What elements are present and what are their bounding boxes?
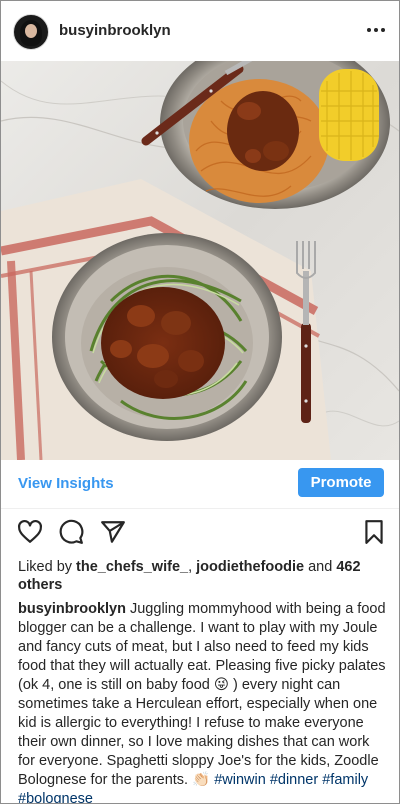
heart-icon[interactable] (17, 519, 43, 545)
post-username[interactable]: busyinbrooklyn (59, 22, 171, 39)
more-horizontal-icon[interactable] (367, 21, 385, 39)
bookmark-icon[interactable] (361, 519, 387, 545)
caption-text: Juggling mommyhood with being a food blo… (18, 601, 386, 788)
post-header: busyinbrooklyn (1, 1, 399, 61)
hashtag-link[interactable]: #bolognese (18, 791, 93, 803)
post-photo[interactable] (1, 61, 399, 460)
likes-summary: Liked by the_chefs_wife_, joodiethefoodi… (18, 559, 361, 593)
liker-username[interactable]: the_chefs_wife_ (76, 559, 188, 575)
view-insights-link[interactable]: View Insights (18, 475, 114, 492)
hashtag-link[interactable]: #dinner (270, 772, 318, 788)
insights-bar: View Insights Promote (1, 460, 399, 509)
post-caption: busyinbrooklyn Juggling mommyhood with b… (18, 600, 386, 803)
liker-username[interactable]: joodiethefoodie (196, 559, 304, 575)
hashtag-link[interactable]: #winwin (214, 772, 266, 788)
promote-button[interactable]: Promote (298, 468, 384, 497)
hashtag-link[interactable]: #family (322, 772, 368, 788)
action-bar (1, 515, 399, 551)
send-icon[interactable] (100, 519, 126, 545)
comment-icon[interactable] (58, 519, 84, 545)
caption-username[interactable]: busyinbrooklyn (18, 601, 126, 617)
post-frame: busyinbrooklyn View Insights Promote Lik… (0, 0, 400, 804)
avatar[interactable] (13, 14, 49, 50)
